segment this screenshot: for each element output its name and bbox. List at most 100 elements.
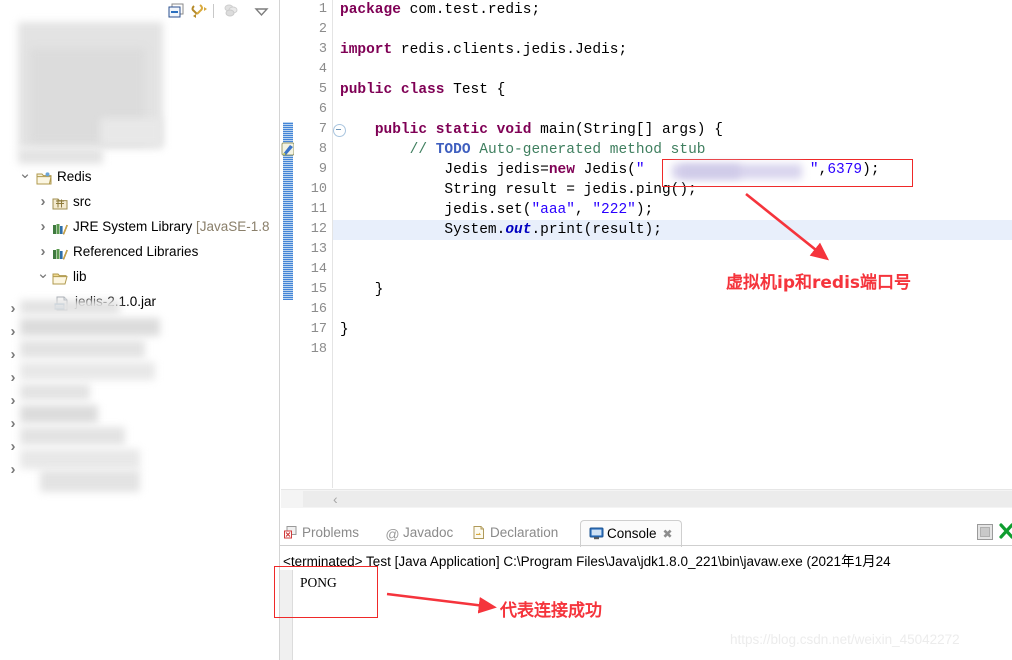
- watermark: https://blog.csdn.net/weixin_45042272: [730, 632, 960, 647]
- console-status-line: <terminated> Test [Java Application] C:\…: [283, 554, 891, 569]
- code-line: public class Test {: [340, 82, 506, 98]
- redacted-ip-address-2: [680, 165, 740, 178]
- tree-item-lib[interactable]: lib: [0, 264, 279, 289]
- tree-item-label: src: [73, 194, 91, 209]
- package-explorer-panel: Redis src: [0, 0, 280, 660]
- chevron-right-icon[interactable]: [36, 239, 50, 266]
- code-line: package com.test.redis;: [340, 2, 541, 18]
- chevron-right-icon[interactable]: [6, 417, 20, 431]
- line-number: 13: [310, 242, 327, 257]
- minimize-button[interactable]: [977, 524, 993, 540]
- library-icon: [52, 244, 68, 260]
- javadoc-icon: @: [385, 526, 400, 542]
- line-number: 12: [310, 222, 327, 237]
- line-number: 11: [310, 202, 327, 217]
- line-number-gutter: 1 2 3 4 5 6 7 8 9 10 11 12 13 14 15 16 17 18: [294, 0, 330, 488]
- todo-marker-icon[interactable]: [281, 142, 295, 156]
- line-number: 14: [310, 262, 327, 277]
- console-output-text: PONG: [300, 575, 337, 590]
- tab-label: Console: [607, 526, 657, 541]
- line-number: 7: [318, 122, 327, 137]
- code-line: }: [340, 322, 349, 338]
- redacted-row-1: [20, 300, 120, 314]
- tab-bar-underline: [280, 545, 1012, 546]
- console-left-ruler: [280, 570, 293, 660]
- tab-declaration[interactable]: Declaration: [472, 520, 558, 545]
- close-button[interactable]: [999, 522, 1012, 540]
- gutter-separator: [332, 0, 333, 488]
- chevron-left-icon[interactable]: ‹: [333, 492, 338, 506]
- line-number: 5: [318, 82, 327, 97]
- chevron-right-icon[interactable]: [6, 463, 20, 477]
- annotation-label-console: 代表连接成功: [500, 601, 602, 621]
- tree-item-jre-system-library[interactable]: JRE System Library [JavaSE-1.8: [0, 214, 279, 239]
- redacted-row-9: [40, 470, 140, 492]
- line-number: 9: [318, 162, 327, 177]
- collapse-all-icon[interactable]: [168, 3, 185, 19]
- folder-open-icon: [52, 269, 68, 285]
- redacted-row-4: [20, 362, 155, 380]
- console-icon: [589, 523, 604, 540]
- line-number: 8: [318, 142, 327, 157]
- filter-icon[interactable]: [223, 3, 240, 19]
- line-number: 18: [310, 342, 327, 357]
- editor-horizontal-scrollbar[interactable]: ‹: [281, 489, 1012, 508]
- chevron-right-icon[interactable]: [6, 440, 20, 454]
- tree-item-redis[interactable]: Redis: [0, 164, 279, 189]
- redacted-row-6: [20, 405, 98, 423]
- code-line: import redis.clients.jedis.Jedis;: [340, 42, 628, 58]
- redacted-row-2: [20, 318, 160, 336]
- java-project-icon: [36, 169, 52, 185]
- line-number: 15: [310, 282, 327, 297]
- redacted-row-7: [20, 427, 125, 445]
- redacted-tree-block-upper-3: [100, 118, 162, 146]
- chevron-right-icon[interactable]: [6, 394, 20, 408]
- chevron-right-icon[interactable]: [36, 214, 50, 241]
- tree-item-referenced-libraries[interactable]: Referenced Libraries: [0, 239, 279, 264]
- chevron-down-icon[interactable]: [36, 264, 50, 291]
- console-tab-bar: Problems @ Javadoc Declaration Console ✖: [280, 520, 1012, 547]
- line-number: 17: [310, 322, 327, 337]
- tab-console[interactable]: Console ✖: [580, 520, 682, 547]
- tree-item-label: lib: [73, 269, 87, 284]
- redacted-tree-block-upper-4: [18, 148, 103, 164]
- library-icon: [52, 219, 68, 235]
- tab-problems[interactable]: Problems: [284, 520, 359, 545]
- link-with-editor-icon[interactable]: [191, 3, 208, 19]
- declaration-icon: [472, 522, 487, 539]
- redacted-row-8: [20, 449, 140, 469]
- explorer-toolbar: [0, 0, 279, 22]
- annotation-label-code: 虚拟机ip和redis端口号: [726, 273, 912, 293]
- code-editor[interactable]: 1 2 3 4 5 6 7 8 9 10 11 12 13 14 15 16 17 18 package com.…: [280, 0, 1012, 488]
- code-line: // TODO Auto-generated method stub: [409, 142, 706, 158]
- tab-label: Declaration: [490, 525, 559, 540]
- chevron-right-icon[interactable]: [6, 302, 20, 316]
- tab-label: Javadoc: [403, 525, 454, 540]
- tree-item-src[interactable]: src: [0, 189, 279, 214]
- code-line: jedis.set("aaa", "222");: [340, 202, 654, 218]
- line-number: 10: [310, 182, 327, 197]
- chevron-right-icon[interactable]: [6, 325, 20, 339]
- view-menu-icon[interactable]: [253, 3, 270, 19]
- chevron-right-icon[interactable]: [6, 348, 20, 362]
- tree-item-label: Referenced Libraries: [73, 244, 199, 259]
- line-number: 3: [318, 42, 327, 57]
- code-line: public static void main(String[] args) {: [374, 122, 723, 138]
- toolbar-separator: [213, 4, 214, 18]
- close-icon[interactable]: ✖: [663, 527, 673, 541]
- annotation-ruler: [283, 0, 293, 488]
- chevron-down-icon[interactable]: [18, 164, 32, 191]
- tree-item-label: Redis: [57, 169, 92, 184]
- chevron-right-icon[interactable]: [6, 371, 20, 385]
- tab-label: Problems: [302, 525, 360, 540]
- line-number: 16: [310, 302, 327, 317]
- chevron-right-icon[interactable]: [36, 189, 50, 216]
- code-text[interactable]: package com.test.redis; import redis.cli…: [340, 0, 1012, 488]
- tab-javadoc[interactable]: @ Javadoc: [385, 520, 453, 545]
- scrollbar-thumb[interactable]: [303, 491, 1012, 507]
